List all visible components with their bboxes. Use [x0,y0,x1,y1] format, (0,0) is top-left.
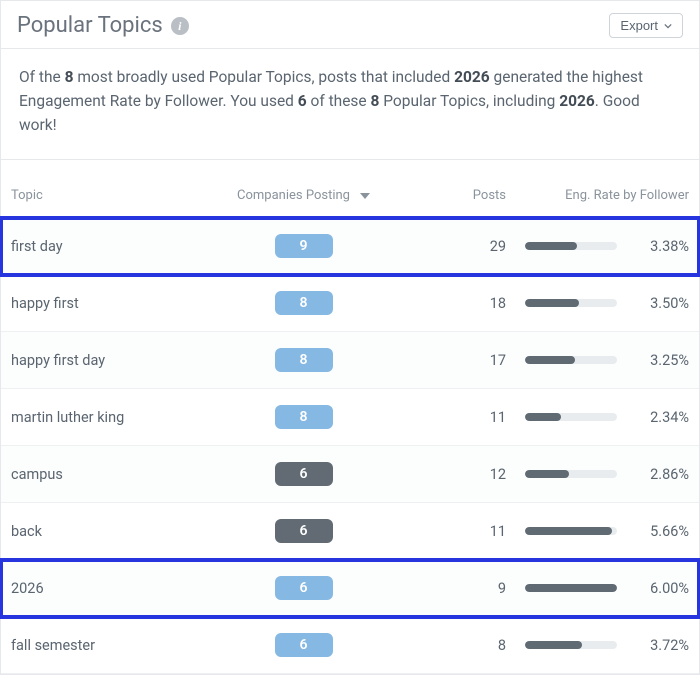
cell-companies: 6 [216,519,391,543]
cell-eng: 3.50% [506,295,689,312]
cell-companies: 8 [216,405,391,429]
cell-companies: 9 [216,234,391,258]
eng-bar [525,470,617,478]
table-header-row: Topic Companies Posting Posts Eng. Rate … [1,159,699,218]
companies-pill: 9 [275,234,333,258]
popular-topics-panel: Popular Topics i Export Of the 8 most br… [0,0,700,675]
table-row[interactable]: happy first 8 18 3.50% [1,275,699,332]
cell-eng: 3.38% [506,238,689,255]
companies-pill: 8 [275,348,333,372]
table-row[interactable]: campus 6 12 2.86% [1,446,699,503]
cell-companies: 8 [216,291,391,315]
info-icon[interactable]: i [171,17,189,35]
cell-companies: 6 [216,633,391,657]
eng-value: 2.86% [631,466,689,483]
col-posts[interactable]: Posts [391,188,506,203]
eng-bar [525,356,617,364]
cell-topic: happy first day [11,352,216,369]
summary-bold: 2026 [454,68,490,86]
cell-posts: 17 [391,352,506,369]
eng-value: 3.25% [631,352,689,369]
summary-bold: 8 [371,92,380,110]
cell-posts: 11 [391,409,506,426]
eng-bar [525,527,617,535]
cell-posts: 12 [391,466,506,483]
topics-table: Topic Companies Posting Posts Eng. Rate … [1,159,699,674]
cell-posts: 9 [391,580,506,597]
companies-pill: 8 [275,405,333,429]
companies-pill: 6 [275,576,333,600]
table-row[interactable]: back 6 11 5.66% [1,503,699,560]
cell-eng: 5.66% [506,523,689,540]
cell-companies: 6 [216,462,391,486]
eng-value: 3.72% [631,637,689,654]
table-row[interactable]: happy first day 8 17 3.25% [1,332,699,389]
export-button[interactable]: Export [609,13,683,38]
cell-eng: 3.25% [506,352,689,369]
cell-posts: 18 [391,295,506,312]
cell-topic: happy first [11,295,216,312]
cell-companies: 8 [216,348,391,372]
cell-posts: 29 [391,238,506,255]
col-companies[interactable]: Companies Posting [216,188,391,203]
col-posts-label: Posts [473,188,506,203]
eng-value: 6.00% [631,580,689,597]
eng-value: 5.66% [631,523,689,540]
cell-posts: 11 [391,523,506,540]
cell-topic: 2026 [11,580,216,597]
panel-header: Popular Topics i Export [1,1,699,49]
eng-bar [525,584,617,592]
cell-eng: 2.34% [506,409,689,426]
companies-pill: 6 [275,462,333,486]
cell-posts: 8 [391,637,506,654]
eng-value: 3.38% [631,238,689,255]
title-wrap: Popular Topics i [17,13,189,38]
companies-pill: 6 [275,519,333,543]
cell-eng: 6.00% [506,580,689,597]
col-eng[interactable]: Eng. Rate by Follower [506,188,689,203]
companies-pill: 8 [275,291,333,315]
col-eng-label: Eng. Rate by Follower [565,188,689,203]
eng-bar [525,413,617,421]
eng-bar [525,299,617,307]
cell-companies: 6 [216,576,391,600]
cell-topic: back [11,523,216,540]
col-companies-label: Companies Posting [237,188,350,203]
cell-eng: 3.72% [506,637,689,654]
export-label: Export [620,18,658,33]
cell-topic: martin luther king [11,409,216,426]
eng-bar [525,242,617,250]
eng-value: 2.34% [631,409,689,426]
summary-bold: 2026 [559,92,595,110]
eng-bar [525,641,617,649]
cell-topic: campus [11,466,216,483]
col-topic-label: Topic [11,188,43,203]
table-body: first day9293.38%happy first8183.50%happ… [1,218,699,674]
table-row[interactable]: 2026 6 9 6.00% [1,560,699,617]
cell-topic: first day [11,238,216,255]
panel-title: Popular Topics [17,13,163,38]
table-row[interactable]: martin luther king 8 11 2.34% [1,389,699,446]
chevron-down-icon [664,22,672,30]
table-row[interactable]: first day 9 29 3.38% [1,218,699,275]
eng-value: 3.50% [631,295,689,312]
summary-bold: 8 [65,68,74,86]
cell-eng: 2.86% [506,466,689,483]
summary-bold: 6 [298,92,307,110]
table-row[interactable]: fall semester 6 8 3.72% [1,617,699,674]
companies-pill: 6 [275,633,333,657]
sort-caret-down-icon [360,193,370,199]
col-topic[interactable]: Topic [11,188,216,203]
summary-text: Of the 8 most broadly used Popular Topic… [1,49,699,159]
cell-topic: fall semester [11,637,216,654]
